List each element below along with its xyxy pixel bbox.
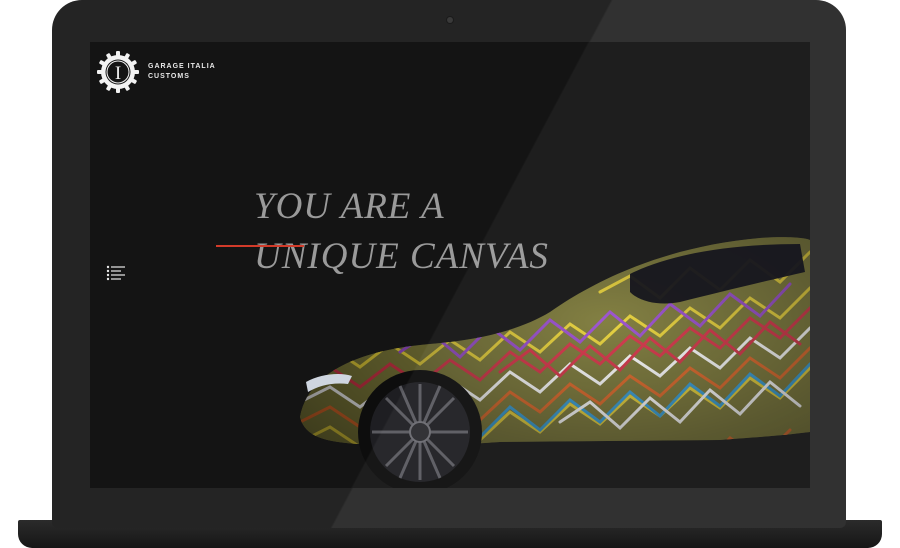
headline-line-2: UNIQUE CANVAS — [254, 236, 549, 277]
menu-list-icon[interactable] — [106, 265, 126, 281]
accent-line — [216, 245, 304, 247]
website-screen: I GARAGE ITALIA CUSTOMS YOU ARE A UNIQUE… — [90, 42, 810, 488]
brand-line-1: GARAGE ITALIA — [148, 63, 216, 70]
hero-headline: YOU ARE A UNIQUE CANVAS — [254, 182, 549, 282]
brand-line-2: CUSTOMS — [148, 73, 190, 80]
headline-line-1: YOU ARE A — [254, 186, 445, 227]
brand-logo[interactable]: I GARAGE ITALIA CUSTOMS — [96, 50, 216, 94]
logo-letter: I — [115, 63, 121, 84]
gear-badge-icon: I — [97, 51, 139, 93]
brand-name: GARAGE ITALIA CUSTOMS — [148, 62, 216, 82]
webcam — [447, 17, 453, 23]
